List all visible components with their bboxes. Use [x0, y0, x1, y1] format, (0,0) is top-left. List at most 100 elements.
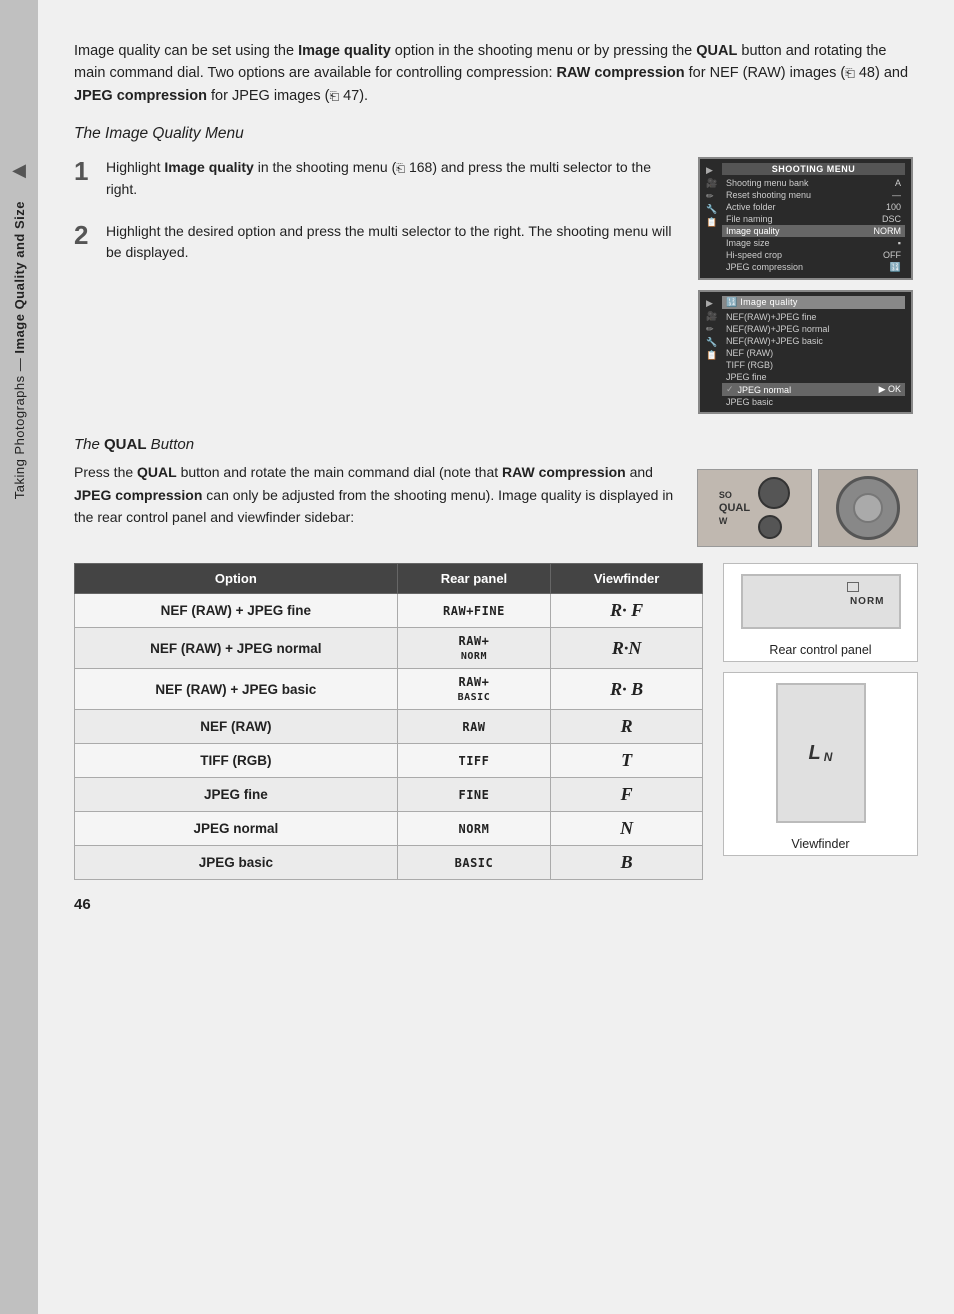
qual-cam-area: SO QUAL W — [697, 469, 918, 547]
viewfinder-label: Viewfinder — [787, 833, 853, 855]
vf-box: L N — [776, 683, 866, 823]
spine-tab: ◀ Taking Photographs — Image Quality and… — [0, 0, 38, 1314]
rear-control-panel-label: Rear control panel — [765, 639, 875, 661]
steps-area: 1 Highlight Image quality in the shootin… — [74, 157, 918, 414]
viewfinder-panel-box: L N Viewfinder — [723, 672, 918, 856]
row6-option: JPEG fine — [75, 778, 398, 812]
rcp-small-square — [847, 582, 859, 592]
camera-screen-2: ▶ 🎥 ✏ 🔧 📋 🔢 Image quality NEF(RAW)+JPEG … — [698, 290, 913, 414]
screen-icon-2: 🎥 — [706, 178, 718, 189]
col-header-rear: Rear panel — [397, 564, 550, 594]
screen2-row-5: TIFF (RGB) — [722, 359, 905, 371]
screen1-row-7: Hi-speed cropOFF — [722, 249, 905, 261]
cam-label-w: W — [719, 516, 750, 526]
table-row: JPEG normal NORM N — [75, 812, 703, 846]
screen1-icons: ▶ 🎥 ✏ 🔧 📋 — [706, 163, 718, 274]
table-row: JPEG basic BASIC B — [75, 846, 703, 880]
col-header-option: Option — [75, 564, 398, 594]
screen-icon-3: ✏ — [706, 191, 718, 202]
row7-vf: N — [551, 812, 703, 846]
spine-text: Taking Photographs — Image Quality and S… — [12, 201, 27, 499]
row8-vf: B — [551, 846, 703, 880]
step-2: 2 Highlight the desired option and press… — [74, 221, 682, 264]
row2-vf: R·N — [551, 628, 703, 669]
screen2-row-2: NEF(RAW)+JPEG normal — [722, 323, 905, 335]
table-row: TIFF (RGB) TIFF T — [75, 744, 703, 778]
screen2-row-4: NEF (RAW) — [722, 347, 905, 359]
qual-section-title: The QUAL Button — [74, 436, 918, 453]
screen2-icon-1: ▶ — [706, 298, 718, 309]
cam-label-qual: QUAL — [719, 502, 750, 514]
spine-label-quality: Image Quality and Size — [12, 201, 27, 354]
steps-text-col: 1 Highlight Image quality in the shootin… — [74, 157, 682, 414]
row5-option: TIFF (RGB) — [75, 744, 398, 778]
table-row: NEF (RAW) + JPEG basic RAW+BASIC R· B — [75, 669, 703, 710]
row1-vf: R· F — [551, 594, 703, 628]
spine-label-taking: Taking Photographs — [12, 375, 27, 499]
screen1-row-6: Image size▪ — [722, 237, 905, 249]
row5-rear: TIFF — [397, 744, 550, 778]
row7-option: JPEG normal — [75, 812, 398, 846]
cam-dial-inner — [853, 493, 883, 523]
row2-option: NEF (RAW) + JPEG normal — [75, 628, 398, 669]
screen2-icon-5: 📋 — [706, 350, 718, 361]
screen2-icon-2: 🎥 — [706, 311, 718, 322]
step-2-text: Highlight the desired option and press t… — [106, 221, 682, 264]
camera-screens: ▶ 🎥 ✏ 🔧 📋 SHOOTING MENU Shooting menu ba… — [698, 157, 918, 414]
cam-dial-circle — [836, 476, 900, 540]
rear-control-panel-box: NORM Rear control panel — [723, 563, 918, 662]
table-row: NEF (RAW) + JPEG fine RAW+FINE R· F — [75, 594, 703, 628]
cam-label-so: SO — [719, 490, 750, 500]
table-row: NEF (RAW) RAW R — [75, 710, 703, 744]
table-area: Option Rear panel Viewfinder NEF (RAW) +… — [74, 563, 918, 880]
step-1-text: Highlight Image quality in the shooting … — [106, 157, 682, 200]
row8-rear: BASIC — [397, 846, 550, 880]
vf-inner: L N — [809, 743, 833, 763]
cam-btn-labels: SO QUAL W — [719, 490, 750, 526]
row5-vf: T — [551, 744, 703, 778]
row1-option: NEF (RAW) + JPEG fine — [75, 594, 398, 628]
rear-control-inner: NORM — [724, 564, 917, 639]
row2-rear: RAW+NORM — [397, 628, 550, 669]
image-quality-menu-title: The Image Quality Menu — [74, 125, 918, 143]
col-header-vf: Viewfinder — [551, 564, 703, 594]
quality-table: Option Rear panel Viewfinder NEF (RAW) +… — [74, 563, 703, 880]
screen1-row-8: JPEG compression🔢 — [722, 261, 905, 274]
row1-rear: RAW+FINE — [397, 594, 550, 628]
cam-buttons-box: SO QUAL W — [697, 469, 812, 547]
rcp-norm-text: NORM — [850, 596, 885, 607]
step-1-number: 1 — [74, 157, 96, 200]
screen2-row-6: JPEG fine — [722, 371, 905, 383]
screen2-block: ▶ 🎥 ✏ 🔧 📋 🔢 Image quality NEF(RAW)+JPEG … — [706, 296, 905, 408]
screen2-icons: ▶ 🎥 ✏ 🔧 📋 — [706, 296, 718, 408]
screen2-menu-items: 🔢 Image quality NEF(RAW)+JPEG fine NEF(R… — [722, 296, 905, 408]
vf-N-text: N — [824, 751, 833, 763]
row4-vf: R — [551, 710, 703, 744]
row8-option: JPEG basic — [75, 846, 398, 880]
screen1-menu-items: SHOOTING MENU Shooting menu bankA Reset … — [722, 163, 905, 274]
camera-screen-1: ▶ 🎥 ✏ 🔧 📋 SHOOTING MENU Shooting menu ba… — [698, 157, 913, 280]
screen2-icon-3: ✏ — [706, 324, 718, 335]
screen1-block: ▶ 🎥 ✏ 🔧 📋 SHOOTING MENU Shooting menu ba… — [706, 163, 905, 274]
qual-body-area: Press the QUAL button and rotate the mai… — [74, 461, 918, 547]
cam-dial-box — [818, 469, 918, 547]
qual-text: Press the QUAL button and rotate the mai… — [74, 461, 681, 528]
cam-btn-circle-1 — [758, 477, 790, 509]
row7-rear: NORM — [397, 812, 550, 846]
row3-vf: R· B — [551, 669, 703, 710]
page-number: 46 — [74, 896, 918, 913]
screen1-row-5: Image qualityNORM — [722, 225, 905, 237]
qual-section: The QUAL Button Press the QUAL button an… — [74, 436, 918, 547]
screen2-icon-4: 🔧 — [706, 337, 718, 348]
step-1: 1 Highlight Image quality in the shootin… — [74, 157, 682, 200]
viewfinder-inner: L N — [724, 673, 917, 833]
row3-option: NEF (RAW) + JPEG basic — [75, 669, 398, 710]
table-row: NEF (RAW) + JPEG normal RAW+NORM R·N — [75, 628, 703, 669]
row6-rear: FINE — [397, 778, 550, 812]
rcp-box: NORM — [741, 574, 901, 629]
screen2-row-8: JPEG basic — [722, 396, 905, 408]
screen-icon-4: 🔧 — [706, 204, 718, 215]
cam-btn-circle-2 — [758, 515, 782, 539]
screen1-row-2: Reset shooting menu— — [722, 189, 905, 201]
screen2-row-3: NEF(RAW)+JPEG basic — [722, 335, 905, 347]
